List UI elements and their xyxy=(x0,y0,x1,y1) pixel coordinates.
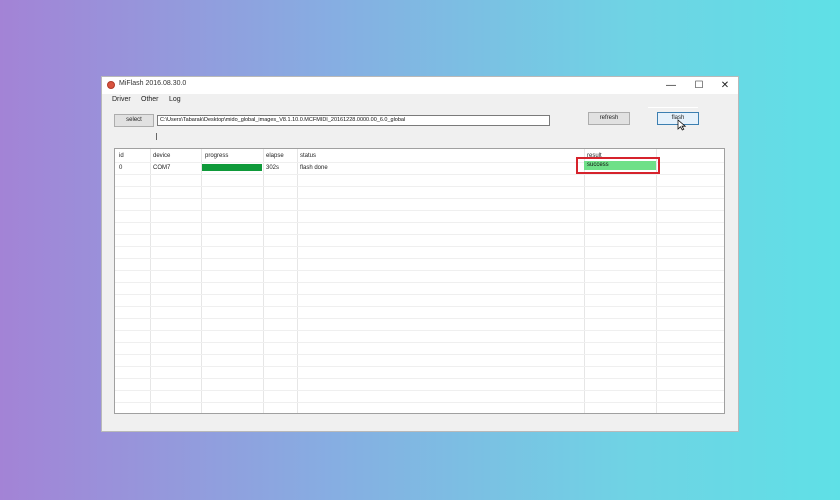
row-divider xyxy=(115,246,724,247)
row-divider xyxy=(115,306,724,307)
image-path-input[interactable]: C:\Users\Tabarak\Desktop\mido_global_ima… xyxy=(157,115,550,126)
row-divider xyxy=(115,366,724,367)
row-divider xyxy=(115,234,724,235)
close-button[interactable]: ✕ xyxy=(712,78,738,93)
row-status: flash done xyxy=(300,165,328,171)
menu-other[interactable]: Other xyxy=(141,96,159,103)
row-divider xyxy=(115,390,724,391)
refresh-button[interactable]: refresh xyxy=(588,112,630,125)
row-divider xyxy=(115,210,724,211)
title-bar: MiFlash 2016.08.30.0 — ☐ ✕ xyxy=(102,77,738,94)
row-divider xyxy=(115,294,724,295)
row-divider xyxy=(115,282,724,283)
text-cursor xyxy=(156,133,157,140)
column-divider xyxy=(201,149,202,413)
select-button[interactable]: select xyxy=(114,114,154,127)
row-divider xyxy=(115,270,724,271)
header-elapse: elapse xyxy=(266,153,284,159)
row-device: COM7 xyxy=(153,165,171,171)
header-device: device xyxy=(153,153,171,159)
column-divider xyxy=(656,149,657,413)
menu-log[interactable]: Log xyxy=(169,96,181,103)
window-title: MiFlash 2016.08.30.0 xyxy=(119,80,187,87)
row-divider xyxy=(115,222,724,223)
mouse-pointer-icon xyxy=(677,119,687,131)
column-divider xyxy=(263,149,264,413)
row-elapse: 302s xyxy=(266,165,280,171)
column-divider xyxy=(297,149,298,413)
menu-driver[interactable]: Driver xyxy=(112,96,131,103)
row-id: 0 xyxy=(119,165,123,171)
row-divider xyxy=(115,318,724,319)
column-divider xyxy=(584,149,585,413)
header-progress: progress xyxy=(205,153,229,159)
column-divider xyxy=(150,149,151,413)
row-divider xyxy=(115,198,724,199)
header-id: id xyxy=(119,153,124,159)
row-divider xyxy=(115,330,724,331)
menu-bar: Driver Other Log xyxy=(102,94,738,107)
row-divider xyxy=(115,342,724,343)
result-highlight-box xyxy=(576,157,660,174)
miflash-window: MiFlash 2016.08.30.0 — ☐ ✕ Driver Other … xyxy=(102,77,738,431)
row-divider xyxy=(115,402,724,403)
progress-bar xyxy=(202,164,262,171)
row-divider xyxy=(115,186,724,187)
header-status: status xyxy=(300,153,317,159)
row-divider xyxy=(115,258,724,259)
row-divider xyxy=(115,174,724,175)
device-table: id device progress elapse status result … xyxy=(114,148,725,414)
row-divider xyxy=(115,354,724,355)
app-icon xyxy=(107,81,115,89)
row-divider xyxy=(115,378,724,379)
